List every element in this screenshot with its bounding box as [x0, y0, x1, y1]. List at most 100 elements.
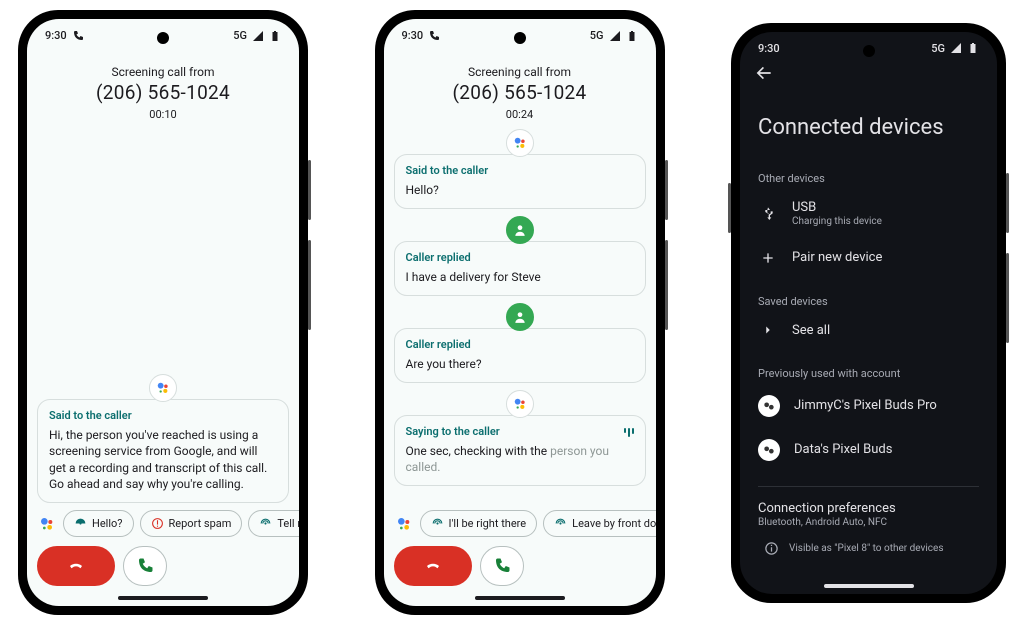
back-button[interactable] — [740, 57, 997, 87]
caller-avatar — [506, 216, 534, 244]
call-header: Screening call from (206) 565-1024 00:10 — [27, 44, 299, 129]
row-title: Connection preferences — [758, 501, 896, 516]
call-duration: 00:24 — [394, 108, 646, 123]
volume-button — [665, 240, 668, 330]
chip-report-spam[interactable]: Report spam — [140, 510, 243, 537]
chip-tell-me-more[interactable]: Tell me mo — [248, 510, 299, 537]
phone-mock-1: 9:30 5G Screening call from (206) 565-10… — [18, 10, 308, 615]
call-buttons — [384, 537, 656, 596]
camera-punchhole — [157, 32, 169, 44]
assistant-icon — [37, 514, 57, 534]
chip-leave-front-door[interactable]: Leave by front door — [543, 510, 655, 537]
assistant-icon — [394, 514, 414, 534]
card-body: One sec, checking with the person you ca… — [406, 443, 634, 475]
row-title: Data's Pixel Buds — [794, 442, 892, 457]
call-subtitle: Screening call from — [394, 64, 646, 80]
nav-home-indicator[interactable] — [118, 596, 208, 600]
transcript-card: Said to the caller Hello? — [394, 154, 646, 209]
card-label: Said to the caller — [49, 409, 277, 424]
row-device-jimmyc-pixel-buds-pro[interactable]: JimmyC's Pixel Buds Pro — [758, 384, 979, 428]
caller-number: (206) 565-1024 — [394, 80, 646, 106]
status-time: 9:30 — [45, 29, 67, 42]
earbuds-icon — [758, 395, 780, 417]
card-body: Are you there? — [406, 356, 634, 372]
caller-number: (206) 565-1024 — [37, 80, 289, 106]
hangup-icon — [424, 557, 442, 575]
chevron-right-icon — [758, 323, 778, 337]
transcript-stream[interactable]: Said to the caller Hello? Caller replied… — [384, 129, 656, 503]
assistant-avatar — [506, 390, 534, 418]
end-call-button[interactable] — [37, 546, 115, 586]
row-usb[interactable]: USB Charging this device — [758, 189, 979, 239]
transcript-card: Said to the caller Hi, the person you've… — [37, 399, 289, 503]
status-network: 5G — [590, 29, 604, 42]
assistant-avatar — [506, 129, 534, 157]
card-body: Hello? — [406, 182, 634, 198]
hangup-icon — [67, 557, 85, 575]
voice-icon — [554, 517, 567, 530]
card-body: I have a delivery for Steve — [406, 269, 634, 285]
nav-home-indicator[interactable] — [475, 596, 565, 600]
phone-mock-3: 9:30 5G Connected devices Other devices … — [731, 23, 1006, 603]
phone-icon — [493, 557, 511, 575]
call-subtitle: Screening call from — [37, 64, 289, 80]
battery-icon — [967, 42, 979, 54]
section-label: Other devices — [758, 172, 979, 185]
call-duration: 00:10 — [37, 108, 289, 123]
assistant-icon — [156, 381, 170, 395]
signal-icon — [252, 30, 264, 42]
answer-call-button[interactable] — [480, 546, 524, 586]
row-see-all[interactable]: See all — [758, 312, 979, 349]
volume-button — [308, 240, 311, 330]
person-icon — [513, 310, 527, 324]
spam-icon — [151, 517, 164, 530]
speaking-waveform-icon — [624, 428, 634, 437]
end-call-button[interactable] — [394, 546, 472, 586]
section-saved-devices: Saved devices See all — [740, 281, 997, 353]
row-subtitle: Charging this device — [792, 215, 882, 228]
nav-home-indicator[interactable] — [824, 584, 914, 588]
card-label: Saying to the caller — [406, 425, 634, 440]
section-label: Saved devices — [758, 295, 979, 308]
answer-call-button[interactable] — [123, 546, 167, 586]
voice-icon — [259, 517, 272, 530]
transcript-card: Caller replied Are you there? — [394, 328, 646, 383]
visibility-text: Visible as "Pixel 8" to other devices — [789, 543, 944, 554]
plus-icon — [758, 250, 778, 266]
voice-icon — [431, 517, 444, 530]
camera-punchhole — [863, 45, 875, 57]
row-connection-preferences[interactable]: Connection preferences Bluetooth, Androi… — [758, 493, 979, 531]
transcript-stream: Said to the caller Hi, the person you've… — [27, 129, 299, 503]
section-label: Previously used with account — [758, 367, 979, 380]
section-other-devices: Other devices USB Charging this device P… — [740, 158, 997, 281]
row-title: USB — [792, 200, 882, 215]
power-button — [665, 160, 668, 220]
chip-label: Leave by front door — [572, 517, 655, 530]
status-time: 9:30 — [758, 42, 780, 55]
chip-be-right-there[interactable]: I'll be right there — [420, 510, 538, 537]
card-body: Hi, the person you've reached is using a… — [49, 427, 277, 492]
person-icon — [513, 223, 527, 237]
signal-icon — [609, 30, 621, 42]
battery-icon — [626, 30, 638, 42]
phone-mock-2: 9:30 5G They said to leave the package S… — [375, 10, 665, 615]
assistant-avatar — [149, 374, 177, 402]
row-device-datas-pixel-buds[interactable]: Data's Pixel Buds — [758, 428, 979, 472]
card-label: Caller replied — [406, 251, 634, 266]
usb-icon — [758, 206, 778, 222]
status-network: 5G — [233, 29, 247, 42]
chip-hello[interactable]: Hello? — [63, 510, 134, 537]
info-icon — [764, 541, 779, 556]
voice-icon — [74, 517, 87, 530]
power-button — [308, 160, 311, 220]
screen-call-screening-start: 9:30 5G Screening call from (206) 565-10… — [27, 19, 299, 606]
chip-label: Report spam — [169, 517, 232, 530]
section-previously-used: Previously used with account JimmyC's Pi… — [740, 353, 997, 476]
assistant-icon — [513, 136, 527, 150]
row-pair-new-device[interactable]: Pair new device — [758, 239, 979, 277]
row-title: See all — [792, 323, 830, 338]
camera-punchhole — [514, 32, 526, 44]
row-subtitle: Bluetooth, Android Auto, NFC — [758, 516, 896, 529]
section-connection-preferences: Connection preferences Bluetooth, Androi… — [740, 476, 997, 570]
volume-button — [1006, 253, 1009, 343]
